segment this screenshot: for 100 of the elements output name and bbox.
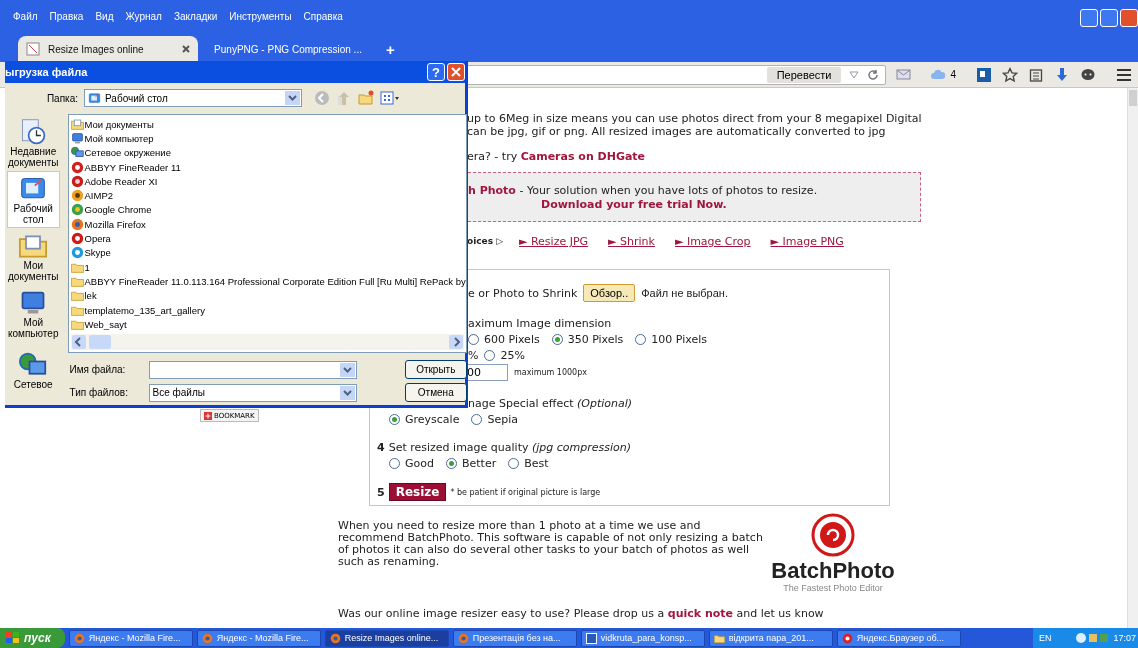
radio-button[interactable] [389, 458, 400, 469]
file-name: Web_sayt [84, 318, 127, 330]
menu-item[interactable]: Журнал [125, 11, 162, 22]
browser-tab[interactable]: Resize Images online [18, 36, 198, 62]
filename-field[interactable] [148, 360, 357, 379]
start-button[interactable]: пуск [0, 628, 65, 648]
places-item[interactable]: Мои документы [7, 228, 60, 285]
taskbar-button[interactable]: vidkruta_para_konsp... [580, 629, 705, 647]
menu-item[interactable]: Закладки [173, 11, 218, 22]
radio-button[interactable] [484, 350, 496, 361]
help-button[interactable]: ? [427, 63, 445, 81]
radio-button[interactable] [551, 334, 563, 345]
file-name: Google Chrome [84, 204, 152, 216]
desktop-icon [88, 91, 101, 105]
taskbar-button[interactable]: Презентація без на... [452, 629, 577, 647]
scroll-left-icon[interactable] [71, 335, 86, 349]
new-folder-icon[interactable] [358, 90, 374, 106]
taskbar-button[interactable]: Resize Images online... [324, 629, 449, 647]
scroll-thumb[interactable] [88, 335, 111, 349]
close-button[interactable] [1120, 9, 1138, 27]
camera-link[interactable]: Cameras on DHGate [520, 150, 646, 163]
places-item[interactable]: Мой компьютер [7, 285, 60, 342]
places-item[interactable]: Сетевое [7, 342, 60, 399]
taskbar-button[interactable]: Яндекс - Mozilla Fire... [68, 629, 193, 647]
view-menu-icon[interactable] [380, 90, 400, 106]
app-icon [70, 246, 84, 260]
taskbar-button[interactable]: Яндекс - Mozilla Fire... [196, 629, 321, 647]
file-item[interactable]: Сетевое окружение [70, 145, 466, 160]
option-label: Sepia [487, 413, 518, 426]
menu-item[interactable]: Вид [95, 11, 114, 22]
tool-link[interactable]: ► Resize JPG [519, 235, 589, 248]
radio-button[interactable] [471, 414, 483, 425]
browser-tab[interactable]: PunyPNG - PNG Compression ... [198, 36, 378, 62]
scrollbar[interactable] [1127, 88, 1138, 628]
menu-item[interactable]: Файл [13, 11, 38, 22]
field-label: Имя файла: [68, 364, 127, 375]
language-indicator[interactable]: EN [1038, 633, 1052, 643]
cloud-count: 4 [950, 69, 956, 80]
file-item[interactable]: Мои документы [70, 117, 466, 132]
close-button[interactable] [447, 63, 465, 81]
folder-dropdown[interactable]: Рабочий стол [84, 89, 302, 107]
file-item[interactable]: templatemo_135_art_gallery [70, 302, 466, 318]
tray-icons-drawing[interactable] [1075, 632, 1110, 644]
tool-link[interactable]: ► Shrink [608, 235, 655, 248]
file-name: AIMP2 [84, 190, 113, 202]
file-item[interactable]: Mozilla Firefox [70, 217, 466, 232]
menu-item[interactable]: Правка [49, 11, 84, 22]
places-item[interactable]: Недавние документы [7, 114, 60, 171]
file-item[interactable]: ABBYY FineReader 11 [70, 159, 466, 175]
caret-icon [285, 91, 300, 105]
resize-button[interactable]: Resize [388, 483, 447, 501]
new-tab-button[interactable]: + [378, 36, 403, 62]
file-item[interactable]: 1 [70, 259, 466, 275]
restore-button[interactable] [1100, 9, 1118, 27]
radio-button[interactable] [508, 458, 520, 469]
places-item[interactable]: Рабочий стол [7, 171, 60, 228]
clipboard-icon[interactable] [1028, 66, 1044, 83]
taskbar-button[interactable]: відкрита пара_201... [708, 629, 833, 647]
radio-button[interactable] [635, 334, 647, 345]
horizontal-scrollbar[interactable] [70, 334, 464, 350]
extension-icon[interactable] [976, 66, 992, 83]
filetype-dropdown[interactable]: Все файлы [148, 383, 357, 402]
radio-button[interactable] [445, 458, 457, 469]
cancel-button[interactable]: Отмена [404, 383, 467, 402]
menu-item[interactable]: Инструменты [229, 11, 292, 22]
scroll-right-icon[interactable] [448, 335, 463, 349]
tool-link[interactable]: ► Image Crop [674, 235, 751, 248]
file-item[interactable]: Google Chrome [70, 202, 466, 218]
scroll-thumb[interactable] [1129, 90, 1137, 106]
app-icon [457, 632, 469, 644]
file-item[interactable]: lek [70, 288, 466, 303]
translate-button[interactable]: Перевести [766, 66, 842, 83]
star-icon[interactable] [1002, 66, 1018, 83]
file-name: Skype [84, 247, 111, 259]
step-number: 4 [377, 441, 385, 454]
menu-icon[interactable] [1116, 66, 1132, 83]
close-icon[interactable] [182, 45, 190, 53]
step-label: e or Photo to Shrink [468, 286, 578, 300]
file-item[interactable]: ABBYY FineReader 11.0.113.164 Professional Corporate Edition Full [Ru Multi] RePack by [70, 274, 466, 289]
option-label: Better [461, 457, 497, 470]
feedback-link[interactable]: quick note [667, 607, 733, 620]
file-item[interactable]: AIMP2 [70, 188, 466, 203]
open-button[interactable]: Открыть [404, 360, 467, 379]
menu-item[interactable]: Справка [303, 11, 343, 22]
file-item[interactable]: Adobe Reader XI [70, 174, 466, 189]
radio-button[interactable] [389, 414, 400, 425]
file-name: ABBYY FineReader 11.0.113.164 Professional Corporate Edition Full [Ru Multi] RePack by [84, 275, 466, 287]
taskbar-button[interactable]: Яндекс.Браузер об... [836, 629, 961, 647]
file-item[interactable]: Skype [70, 245, 466, 260]
file-name: 1 [84, 261, 90, 273]
download-link[interactable]: Download your free trial Now. [541, 198, 727, 211]
minimize-button[interactable] [1080, 9, 1098, 27]
download-icon[interactable] [1054, 66, 1070, 83]
file-item[interactable]: Web_sayt [70, 317, 466, 332]
tool-link[interactable]: ► Image PNG [770, 235, 844, 248]
file-item[interactable]: Мой компьютер [70, 131, 466, 146]
browse-button[interactable]: Обзор.. [583, 284, 636, 302]
chat-icon[interactable] [1080, 66, 1096, 83]
file-item[interactable]: Opera [70, 231, 466, 246]
product-link[interactable]: h Photo [468, 184, 516, 197]
